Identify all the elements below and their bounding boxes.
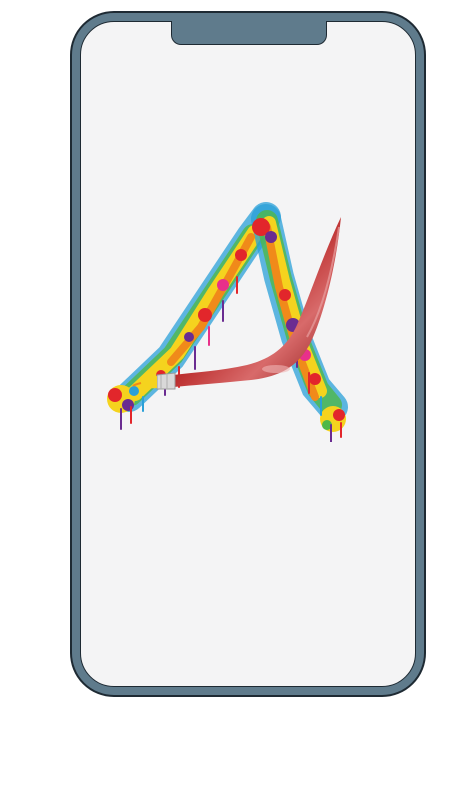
phone-frame	[70, 11, 426, 697]
paint-splatter-letter-a-logo-icon	[107, 202, 348, 442]
phone-notch	[171, 21, 327, 45]
phone-screen	[80, 21, 416, 687]
app-preview	[0, 0, 475, 806]
